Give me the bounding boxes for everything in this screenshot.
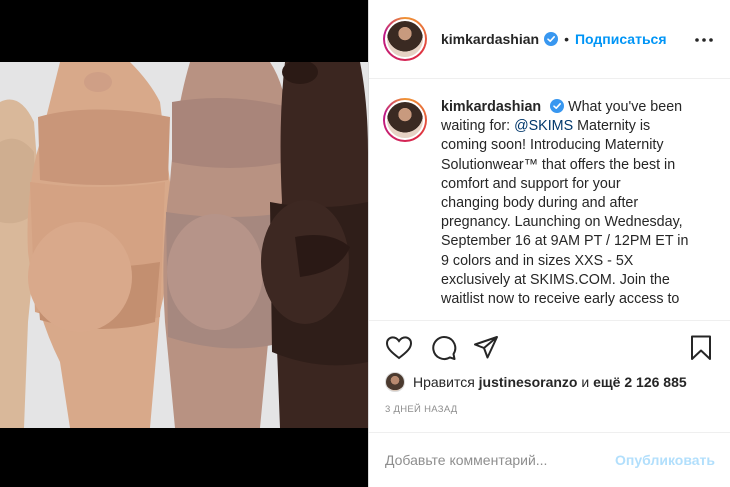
comment-form: Опубликовать: [369, 432, 730, 487]
liker-avatar[interactable]: [385, 372, 405, 392]
likes-middle: и: [581, 374, 590, 390]
caption-line: Maternity is: [577, 118, 651, 135]
post-media-panel: [0, 0, 368, 487]
caption-author-avatar-image: [385, 100, 425, 140]
publish-button[interactable]: Опубликовать: [615, 452, 715, 468]
likes-summary: Нравится justinesoranzo и ещё 2 126 885: [385, 370, 687, 394]
verified-badge-icon: [544, 32, 559, 46]
caption-line: What you've been: [568, 99, 683, 115]
likes-prefix: Нравится: [413, 374, 475, 390]
liker-username[interactable]: justinesoranzo: [479, 374, 578, 390]
comment-input[interactable]: [385, 452, 608, 468]
caption-line: changing body during and after: [441, 195, 639, 212]
caption-line: coming soon! Introducing Maternity: [441, 137, 664, 154]
caption-username[interactable]: kimkardashian: [441, 99, 541, 115]
more-options-icon[interactable]: [694, 30, 714, 50]
post-actions-bar: [369, 320, 730, 370]
bookmark-icon[interactable]: [687, 334, 715, 362]
post-photo-illustration: [0, 62, 368, 428]
caption-line: waiting for:: [441, 118, 515, 135]
caption-area: kimkardashian What you've been waiting f…: [369, 80, 730, 320]
caption-verified-badge-icon: [550, 99, 565, 113]
caption-mention-link[interactable]: @SKIMS: [514, 118, 573, 134]
header-separator: •: [564, 31, 569, 47]
post-date[interactable]: 3 ДНЕЙ НАЗАД: [385, 404, 458, 415]
caption-line: Solutionwear™ that offers the best in: [441, 156, 676, 173]
caption-line: 9 colors and in sizes XXS - 5X: [441, 252, 634, 269]
comment-icon[interactable]: [429, 334, 457, 362]
likes-count-link[interactable]: ещё 2 126 885: [593, 374, 687, 390]
caption-line: waitlist now to receive early access to: [441, 291, 680, 308]
author-avatar-image: [385, 19, 425, 59]
caption-author-avatar[interactable]: [383, 98, 427, 142]
author-username[interactable]: kimkardashian: [441, 31, 539, 47]
caption-line: exclusively at SKIMS.COM. Join the: [441, 271, 670, 288]
caption-line: pregnancy. Launching on Wednesday,: [441, 214, 683, 231]
post-side-panel: kimkardashian • Подписаться kimkardashia…: [368, 0, 730, 487]
caption-text: kimkardashian What you've been waiting f…: [441, 98, 713, 320]
caption-line: September 16 at 9AM PT / 12PM ET in: [441, 233, 689, 250]
paper-plane-icon[interactable]: [472, 334, 500, 362]
caption-line: comfort and support for your: [441, 175, 621, 192]
post-header: kimkardashian • Подписаться: [369, 0, 730, 79]
author-avatar[interactable]: [383, 17, 427, 61]
heart-icon[interactable]: [385, 334, 413, 362]
follow-button[interactable]: Подписаться: [575, 31, 667, 47]
post-photo[interactable]: [0, 62, 368, 428]
